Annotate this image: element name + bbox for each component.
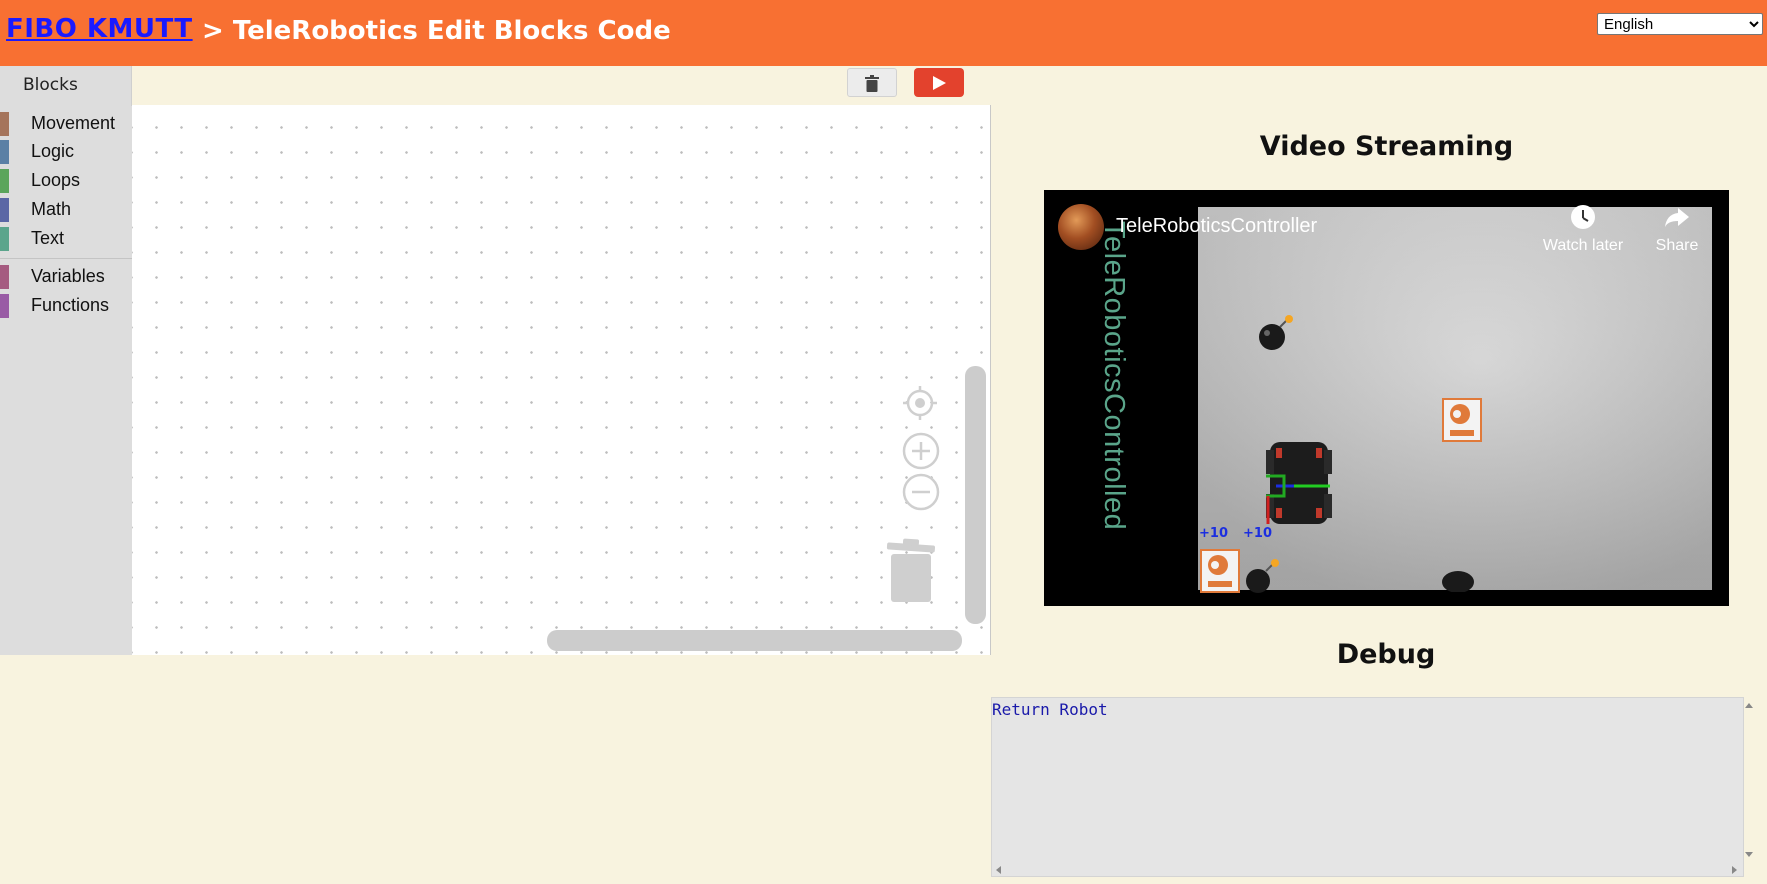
share-arrow-icon (1665, 208, 1689, 227)
blockly-workspace[interactable] (132, 105, 990, 655)
robot-coordinate-y: +10 (1243, 526, 1272, 541)
clock-icon (1571, 205, 1595, 229)
scroll-left-arrow-icon[interactable] (993, 864, 1005, 876)
clear-workspace-button[interactable] (847, 68, 897, 97)
bomb-icon (1442, 571, 1474, 592)
workspace-vertical-scrollbar[interactable] (965, 366, 986, 624)
language-select[interactable]: English (1597, 13, 1763, 35)
workspace-horizontal-scrollbar[interactable] (547, 630, 962, 651)
video-channel-name[interactable]: TeleRoboticsController (1116, 215, 1317, 238)
watch-later-button[interactable]: Watch later (1538, 204, 1628, 255)
blockly-toolbox: Blocks Movement Logic Loops Math Text Va… (0, 66, 132, 655)
fibo-marker-logo (1442, 398, 1482, 442)
share-label: Share (1655, 237, 1699, 254)
video-overlay-text: TeleRoboticsControlled (1098, 221, 1130, 531)
category-label: Math (31, 199, 72, 219)
bomb-icon (1259, 315, 1293, 350)
zoom-in-icon[interactable] (902, 432, 940, 470)
category-label: Variables (31, 266, 105, 286)
category-loops[interactable]: Loops (0, 167, 132, 193)
fibo-marker-logo (1200, 549, 1240, 593)
workspace-trashcan-icon[interactable] (886, 538, 936, 604)
share-button[interactable]: Share (1646, 204, 1708, 255)
page-title: > TeleRobotics Edit Blocks Code (202, 16, 671, 46)
zoom-out-icon[interactable] (902, 473, 940, 511)
video-overlay-vertical-text: TeleRoboticsControlled (1098, 221, 1158, 581)
category-color-swatch (0, 140, 9, 164)
robot-coordinate-x: +10 (1199, 526, 1228, 541)
category-text[interactable]: Text (0, 225, 132, 251)
scroll-up-arrow-icon[interactable] (1743, 700, 1755, 712)
category-movement[interactable]: Movement (0, 110, 132, 136)
toolbox-header: Blocks (0, 66, 132, 106)
category-label: Functions (31, 295, 110, 315)
category-color-swatch (0, 169, 9, 193)
category-logic[interactable]: Logic (0, 138, 132, 164)
debug-console[interactable] (991, 697, 1744, 877)
category-math[interactable]: Math (0, 196, 132, 222)
scroll-right-arrow-icon[interactable] (1728, 864, 1740, 876)
video-section-title: Video Streaming (1259, 131, 1514, 162)
toolbox-header-label: Blocks (23, 75, 78, 95)
play-icon (933, 76, 946, 90)
trash-icon (865, 75, 879, 92)
robot-icon (1266, 442, 1332, 524)
debug-section-title: Debug (1336, 639, 1436, 670)
debug-output-text: Return Robot (992, 700, 1108, 719)
category-label: Movement (31, 113, 116, 133)
scroll-down-arrow-icon[interactable] (1743, 848, 1755, 860)
category-label: Text (31, 228, 65, 248)
watch-later-label: Watch later (1542, 237, 1624, 254)
run-code-button[interactable] (914, 68, 964, 97)
category-functions[interactable]: Functions (0, 292, 132, 318)
category-label: Logic (31, 141, 75, 161)
category-label: Loops (31, 170, 81, 190)
brand-home-link[interactable]: FIBO KMUTT (6, 14, 193, 44)
category-separator (0, 258, 132, 259)
bomb-icon (1246, 559, 1279, 593)
channel-avatar[interactable] (1058, 204, 1104, 250)
category-color-swatch (0, 265, 9, 289)
recenter-workspace-icon[interactable] (903, 386, 937, 420)
category-color-swatch (0, 198, 9, 222)
category-variables[interactable]: Variables (0, 263, 132, 289)
category-color-swatch (0, 112, 9, 136)
category-color-swatch (0, 294, 9, 318)
category-color-swatch (0, 227, 9, 251)
